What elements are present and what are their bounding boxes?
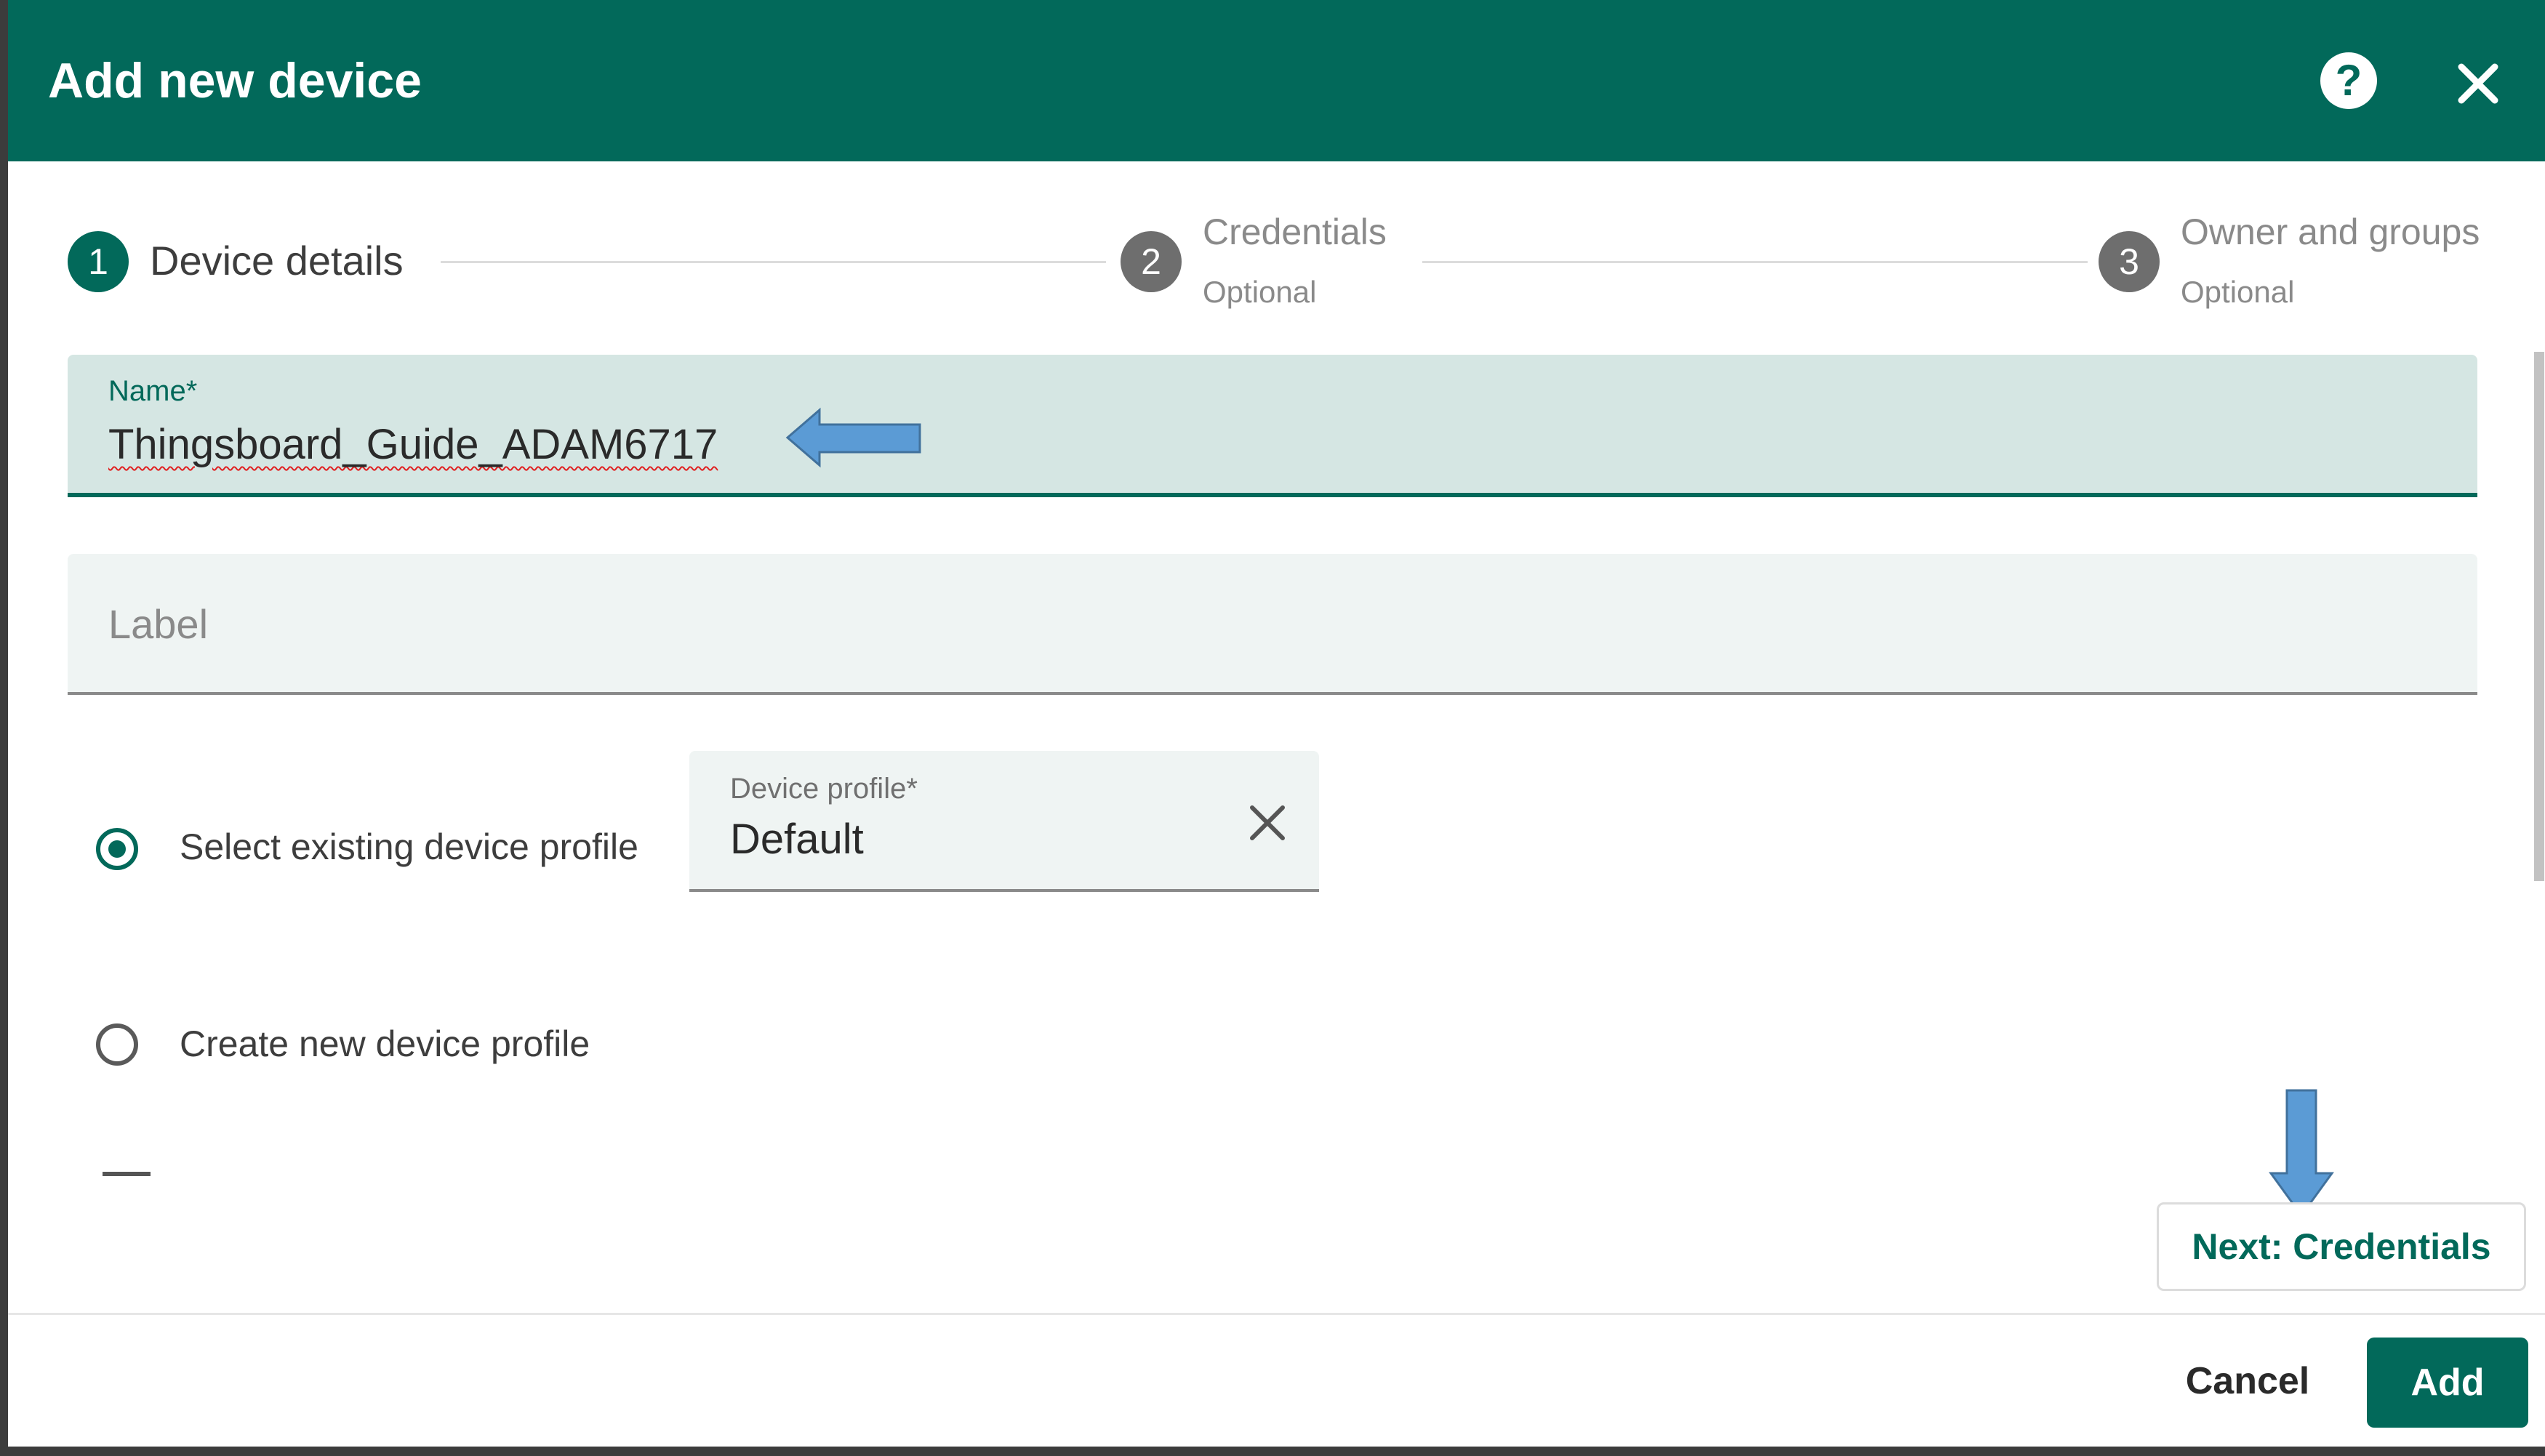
create-new-profile-label[interactable]: Create new device profile [180,1022,590,1066]
name-label: Name* [108,375,198,407]
annotation-arrow-left-icon [785,407,921,468]
step-label: Owner and groups [2181,212,2480,252]
step-sublabel: Optional [1203,275,1317,309]
add-device-dialog: Add new device ? 1 Device details 2 Cred… [8,0,2545,1447]
step-connector [441,261,1106,263]
footer-divider [8,1313,2545,1315]
step-sublabel: Optional [2181,275,2295,309]
step-connector [1422,261,2088,263]
partial-checkbox [103,1172,151,1176]
close-icon[interactable] [2445,51,2511,116]
dialog-title: Add new device [48,53,422,108]
annotation-arrow-down-icon [2269,1089,2334,1218]
dialog-header: Add new device ? [8,0,2545,161]
select-existing-profile-label[interactable]: Select existing device profile [180,825,638,869]
step-number: 2 [1121,231,1182,292]
select-existing-profile-radio[interactable] [96,828,138,870]
device-profile-label: Device profile* [730,773,918,805]
name-value: Thingsboard_Guide_ADAM6717 [108,421,718,468]
step-label: Device details [150,238,404,283]
step-label: Credentials [1203,212,1387,252]
next-credentials-button[interactable]: Next: Credentials [2157,1202,2526,1291]
device-profile-value: Default [730,816,864,863]
help-icon[interactable]: ? [2320,52,2377,109]
close-icon[interactable] [1242,797,1293,848]
add-button[interactable]: Add [2367,1338,2528,1428]
device-profile-select[interactable]: Device profile* Default [689,751,1319,892]
label-input[interactable]: Label [68,554,2477,695]
cancel-button[interactable]: Cancel [2160,1338,2335,1425]
name-input[interactable]: Name* Thingsboard_Guide_ADAM6717 [68,355,2477,497]
step-number: 1 [68,231,129,292]
step-number: 3 [2099,231,2160,292]
label-placeholder: Label [108,601,209,647]
scrollbar[interactable] [2534,352,2544,881]
create-new-profile-radio[interactable] [96,1023,138,1066]
